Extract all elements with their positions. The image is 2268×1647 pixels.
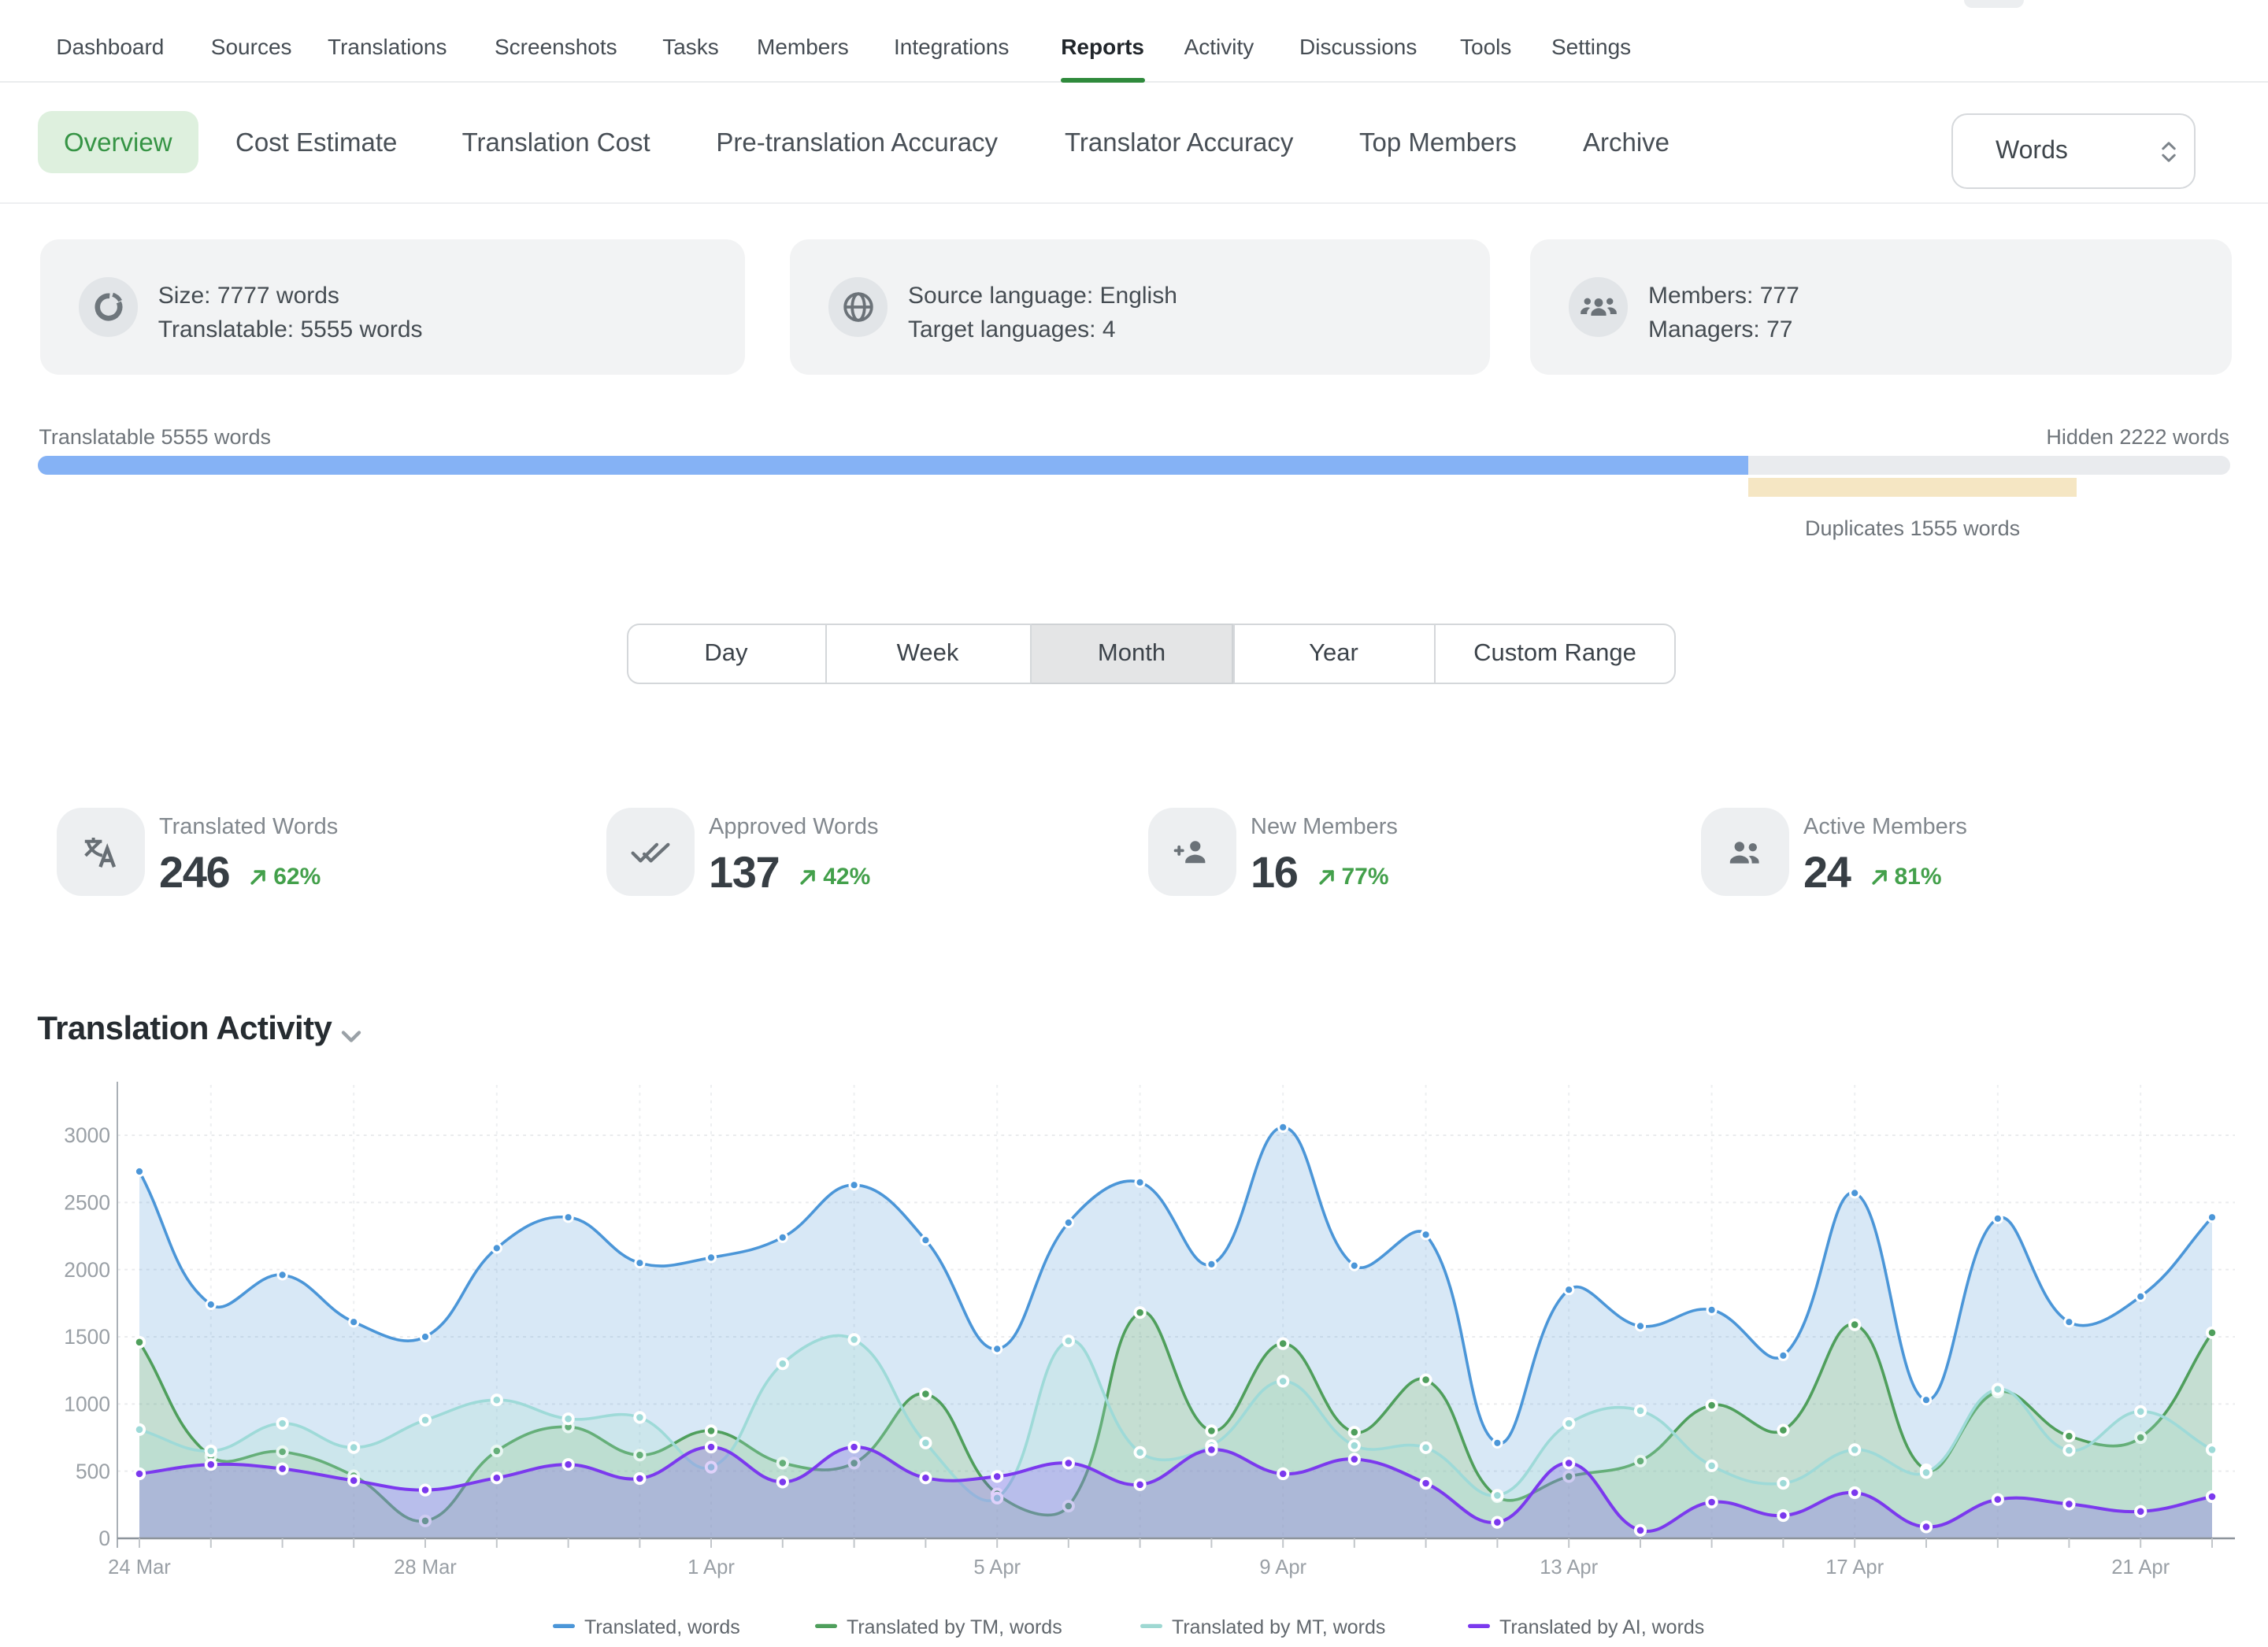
svg-text:21 Apr: 21 Apr — [2111, 1556, 2170, 1579]
svg-text:24 Mar: 24 Mar — [108, 1556, 171, 1579]
svg-text:28 Mar: 28 Mar — [394, 1556, 457, 1579]
svg-text:Translated by TM, words: Translated by TM, words — [847, 1616, 1062, 1638]
svg-text:3000: 3000 — [64, 1123, 110, 1147]
svg-text:500: 500 — [76, 1460, 110, 1483]
svg-text:13 Apr: 13 Apr — [1540, 1556, 1598, 1579]
svg-text:Translated, words: Translated, words — [584, 1616, 740, 1638]
svg-text:0: 0 — [98, 1527, 110, 1550]
svg-text:1 Apr: 1 Apr — [687, 1556, 735, 1579]
svg-text:5 Apr: 5 Apr — [973, 1556, 1021, 1579]
svg-text:Translated by AI, words: Translated by AI, words — [1499, 1616, 1704, 1638]
svg-text:2000: 2000 — [64, 1258, 110, 1282]
svg-text:1500: 1500 — [64, 1325, 110, 1349]
svg-text:9 Apr: 9 Apr — [1259, 1556, 1306, 1579]
svg-text:1000: 1000 — [64, 1393, 110, 1416]
svg-text:Translated by MT, words: Translated by MT, words — [1172, 1616, 1385, 1638]
svg-text:17 Apr: 17 Apr — [1825, 1556, 1884, 1579]
svg-text:2500: 2500 — [64, 1191, 110, 1215]
